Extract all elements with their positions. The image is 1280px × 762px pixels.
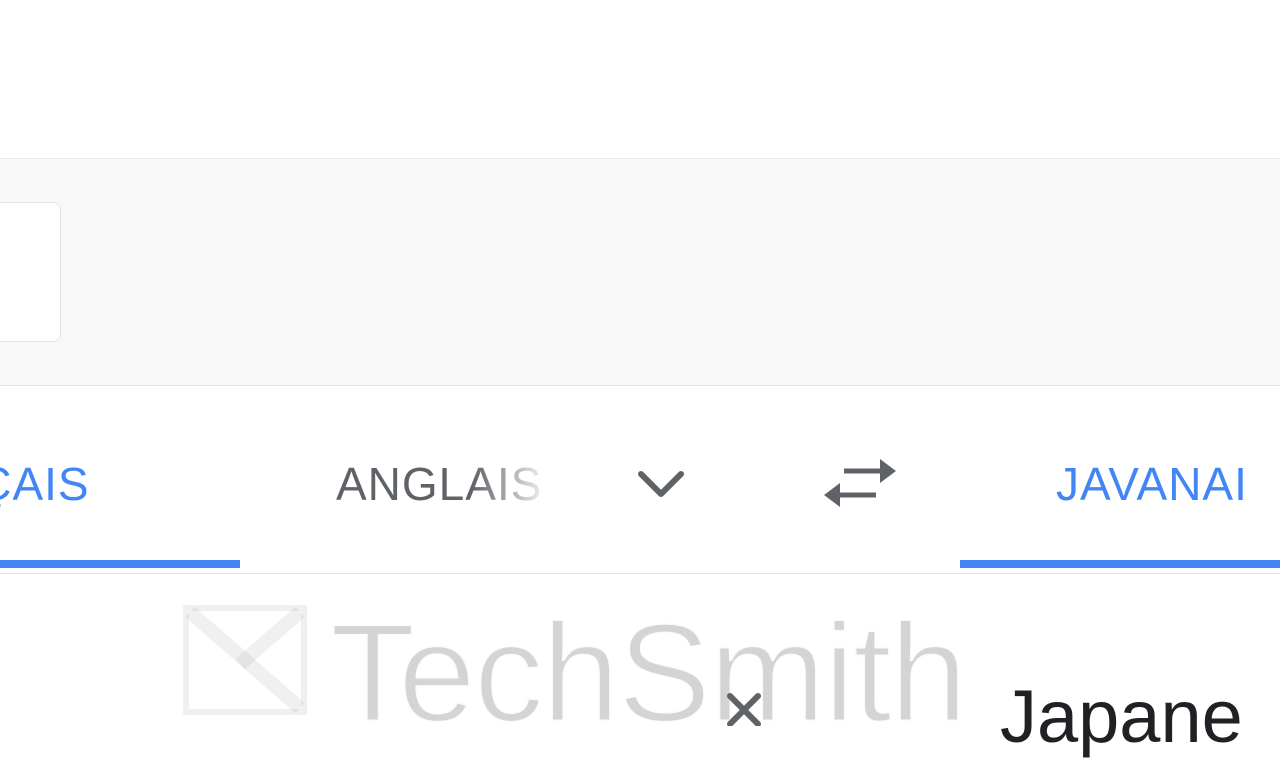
chevron-down-icon <box>638 471 684 497</box>
target-active-indicator <box>960 560 1280 568</box>
target-language-tab-active[interactable]: JAVANAI <box>1056 452 1248 516</box>
source-language-dropdown-button[interactable] <box>626 452 696 516</box>
techsmith-logo-icon <box>183 605 307 715</box>
close-icon <box>727 693 761 726</box>
translation-output-text: Japane <box>1000 675 1243 758</box>
source-language-tab-anglais[interactable]: ANGLAIS <box>336 452 542 516</box>
source-active-indicator <box>0 560 240 568</box>
text-mode-button[interactable] <box>0 202 61 342</box>
page-top-area <box>0 0 1280 158</box>
techsmith-watermark: TechSmith <box>180 593 1100 753</box>
clear-text-button[interactable] <box>712 686 776 726</box>
swap-languages-button[interactable] <box>820 448 900 518</box>
source-language-tab-active[interactable]: NÇAIS <box>0 452 90 516</box>
mode-toolbar <box>0 158 1280 386</box>
watermark-text: TechSmith <box>329 593 970 753</box>
swap-languages-icon <box>824 459 896 507</box>
